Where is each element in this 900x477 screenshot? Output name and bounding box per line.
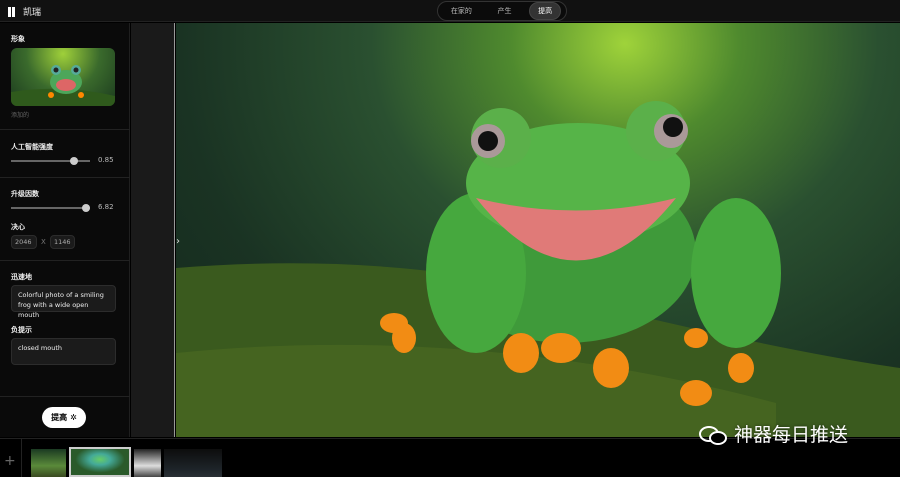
slider-handle[interactable] xyxy=(82,204,90,212)
watermark: 神器每日推送 xyxy=(698,424,848,446)
divider xyxy=(0,396,130,397)
cake-thumbnail[interactable] xyxy=(134,449,161,477)
enhance-button-label: 提高 xyxy=(51,413,68,422)
glasses-thumbnail[interactable] xyxy=(164,449,222,477)
frog-thumbnail-1[interactable] xyxy=(31,449,66,477)
tab-home[interactable]: 在家的 xyxy=(443,3,480,19)
canvas-gutter xyxy=(131,23,175,437)
upscale-label: 升级因数 xyxy=(11,190,39,198)
tab-enhance[interactable]: 提高 xyxy=(529,2,562,20)
frog-image xyxy=(11,65,115,106)
resolution-separator: X xyxy=(41,238,46,246)
upscale-slider[interactable] xyxy=(11,204,90,212)
divider xyxy=(21,439,22,477)
app-name: 凯瑞 xyxy=(23,8,42,18)
prompt-input[interactable]: Colorful photo of a smiling frog with a … xyxy=(11,285,116,319)
ai-strength-slider[interactable] xyxy=(11,157,90,165)
slider-handle[interactable] xyxy=(70,157,78,165)
enhance-button[interactable]: 提高 ✲ xyxy=(42,407,86,428)
settings-sidebar: 形象 添加的 人工智能强度 0.85 升级因数 6.82 决心 2046 X 1… xyxy=(0,23,130,437)
collapse-panel-chevron-icon[interactable]: › xyxy=(176,236,180,247)
prompt-label: 迅速地 xyxy=(11,273,32,281)
plus-icon[interactable]: + xyxy=(4,453,16,469)
negative-prompt-input[interactable]: closed mouth xyxy=(11,338,116,365)
divider xyxy=(0,129,130,130)
upscale-value: 6.82 xyxy=(98,203,114,211)
ai-strength-label: 人工智能强度 xyxy=(11,143,53,151)
top-bar: 凯瑞 在家的 产生 提高 xyxy=(0,0,900,22)
app-logo[interactable]: 凯瑞 xyxy=(8,5,41,18)
preview-image[interactable] xyxy=(176,23,900,437)
frog-image xyxy=(176,101,900,437)
mode-tabs: 在家的 产生 提高 xyxy=(437,1,567,21)
resolution-label: 决心 xyxy=(11,223,25,231)
divider xyxy=(0,260,130,261)
divider xyxy=(0,177,130,178)
frog-thumbnail-2-selected[interactable] xyxy=(69,447,131,477)
tab-generate[interactable]: 产生 xyxy=(489,3,519,19)
wechat-icon xyxy=(698,424,728,446)
watermark-text: 神器每日推送 xyxy=(734,424,849,446)
height-input[interactable]: 1146 xyxy=(50,235,75,249)
image-caption: 添加的 xyxy=(11,112,30,119)
ai-strength-value: 0.85 xyxy=(98,156,114,164)
sparkle-icon: ✲ xyxy=(70,413,77,422)
image-label: 形象 xyxy=(11,35,25,43)
source-image[interactable] xyxy=(11,48,115,106)
logo-icon xyxy=(8,6,15,17)
negative-prompt-label: 负提示 xyxy=(11,326,32,334)
width-input[interactable]: 2046 xyxy=(11,235,37,249)
